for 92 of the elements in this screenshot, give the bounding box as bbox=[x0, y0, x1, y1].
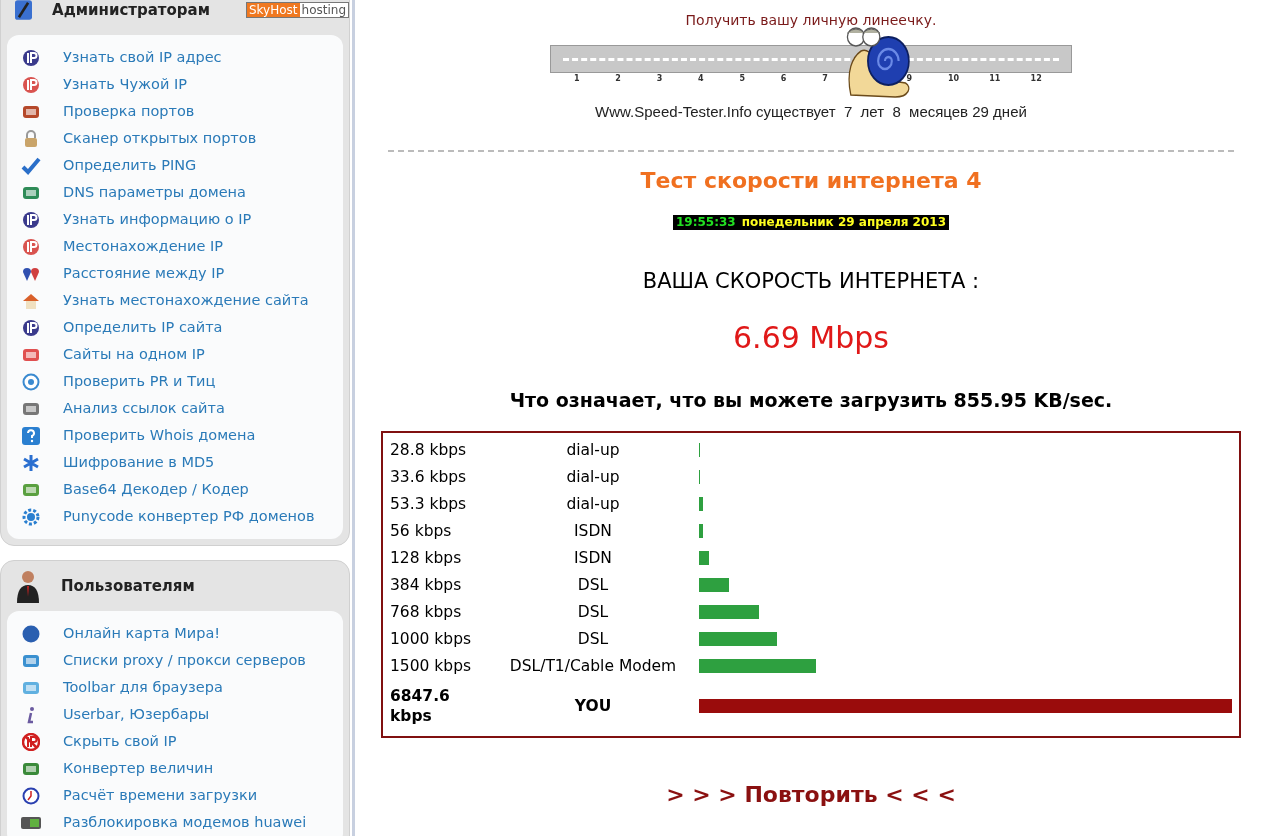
sidebar-link[interactable]: Punycode конвертер РФ доменов bbox=[63, 505, 315, 528]
sidebar-link[interactable]: Разблокировка модемов huawei bbox=[63, 811, 307, 834]
sidebar-link[interactable]: Анализ ссылок сайта bbox=[63, 397, 225, 420]
info-icon bbox=[27, 705, 35, 724]
connection-type-cell-text: DSL/T1/Cable Modem bbox=[508, 656, 678, 676]
ip-icon bbox=[22, 318, 40, 337]
help-icon bbox=[22, 426, 40, 445]
sidebar-link[interactable]: Проверка портов bbox=[63, 100, 195, 123]
sidebar-link[interactable]: Base64 Декодер / Кодер bbox=[63, 478, 249, 501]
speed-bar bbox=[699, 551, 709, 565]
sidebar-link[interactable]: Конвертер величин bbox=[63, 757, 214, 780]
speed-cell-text: 1500 kbps bbox=[389, 656, 473, 676]
sidebar-link[interactable]: Узнать Чужой IP bbox=[63, 73, 188, 96]
ruler-tick-label: 10 bbox=[947, 73, 960, 85]
sidebar-link[interactable]: Сайты на одном IP bbox=[63, 343, 205, 366]
speed-bar bbox=[699, 578, 729, 592]
speed-bar bbox=[699, 605, 759, 619]
sidebar-link[interactable]: Местонахождение IP bbox=[63, 235, 223, 258]
ruler-tick-label: 6 bbox=[780, 73, 788, 85]
ruler-tick-label: 4 bbox=[698, 73, 705, 85]
sidebar-link[interactable]: Проверить PR и Тиц bbox=[63, 370, 216, 393]
connection-type-cell-text: DSL bbox=[576, 602, 610, 622]
ip-icon bbox=[22, 210, 40, 229]
connection-type-cell-text: ISDN bbox=[573, 548, 613, 568]
ip-icon bbox=[22, 75, 40, 94]
lock-icon bbox=[23, 129, 39, 148]
house-icon bbox=[22, 291, 40, 310]
sidebar-link[interactable]: Шифрование в MD5 bbox=[63, 451, 215, 474]
download-summary: Что означает, что вы можете загрузить 855.95 KB/sec. bbox=[509, 388, 1113, 413]
sidebar-link[interactable]: Узнать свой IP адрес bbox=[63, 46, 222, 69]
asterisk-icon bbox=[22, 453, 40, 472]
ruler-tick-label: 12 bbox=[1030, 73, 1043, 85]
connection-type-cell-text: DSL bbox=[576, 575, 610, 595]
speed-value: 6.69 Mbps bbox=[733, 319, 889, 357]
modem-icon bbox=[21, 816, 41, 829]
speed-cell-text: 1000 kbps bbox=[389, 629, 473, 649]
sidebar-link[interactable]: Toolbar для браузера bbox=[63, 676, 223, 699]
speed-cell-text: 28.8 kbps bbox=[389, 440, 468, 460]
page-title: Тест скорости интернета 4 bbox=[640, 166, 982, 195]
target-icon bbox=[22, 372, 40, 391]
speed-label: ВАША СКОРОСТЬ ИНТЕРНЕТА : bbox=[642, 267, 980, 295]
hosting-badge[interactable]: SkyHost hosting bbox=[245, 2, 349, 18]
sidebar-link[interactable]: Узнать местонахождение сайта bbox=[63, 289, 309, 312]
speed-bar bbox=[699, 497, 703, 511]
ruler-tick-label: 7 bbox=[822, 73, 829, 85]
sidebar-link[interactable]: Определить IP сайта bbox=[63, 316, 223, 339]
checkmark-icon bbox=[21, 156, 41, 175]
sidebar-section-title: Администраторам bbox=[52, 0, 210, 21]
sidebar-link[interactable]: Расстояние между IP bbox=[63, 262, 225, 285]
connection-type-cell-text: ISDN bbox=[573, 521, 613, 541]
clock-date: понедельник 29 апреля 2013 bbox=[741, 214, 946, 230]
sidebar-link[interactable]: Проверить Whois домена bbox=[63, 424, 256, 447]
sidebar-link[interactable]: Скрыть свой IP bbox=[63, 730, 177, 753]
ip-icon bbox=[22, 237, 40, 256]
sidebar-link[interactable]: Сканер открытых портов bbox=[63, 127, 257, 150]
speed-cell-text: 33.6 kbps bbox=[389, 467, 468, 487]
repeat-link[interactable]: > > > Повторить < < < bbox=[666, 777, 956, 811]
connection-type-cell-text: dial-up bbox=[565, 467, 621, 487]
ruler-tick-label: 3 bbox=[656, 73, 664, 85]
speed-cell-text: 768 kbps bbox=[389, 602, 463, 622]
speed-bar bbox=[699, 524, 703, 538]
sidebar-link[interactable]: Расчёт времени загрузки bbox=[63, 784, 258, 807]
sidebar-link[interactable]: Списки proxy / прокси серверов bbox=[63, 649, 306, 672]
ip-icon bbox=[22, 732, 40, 751]
speed-cell-text: 6847.6 kbps bbox=[389, 685, 451, 726]
sidebar-link[interactable]: DNS параметры домена bbox=[63, 181, 246, 204]
globe-icon bbox=[22, 624, 40, 643]
gear-icon bbox=[22, 507, 40, 526]
ruler-tick-label: 5 bbox=[739, 73, 746, 85]
connection-type-cell-text: DSL bbox=[576, 629, 610, 649]
sidebar-link[interactable]: Онлайн карта Мира! bbox=[63, 622, 221, 645]
ruler-tick-label: 11 bbox=[989, 73, 1002, 85]
user-icon bbox=[15, 569, 41, 603]
clock-time: 19:55:33 bbox=[676, 214, 736, 230]
speed-cell-text: 56 kbps bbox=[389, 521, 453, 541]
sidebar-link[interactable]: Узнать информацию о IP bbox=[63, 208, 252, 231]
speed-cell-text: 384 kbps bbox=[389, 575, 463, 595]
sidebar-link[interactable]: Определить PING bbox=[63, 154, 197, 177]
connection-type-cell-text: dial-up bbox=[565, 494, 621, 514]
speed-cell-text: 128 kbps bbox=[389, 548, 463, 568]
clock-icon bbox=[22, 786, 40, 805]
site-age-text: Www.Speed-Tester.Info существует 7 лет 8 месяцев 29 дней bbox=[595, 102, 1027, 122]
ruler-link[interactable]: Получить вашу личную линеечку. bbox=[685, 10, 937, 31]
sidebar-section-title: Пользователям bbox=[61, 575, 195, 597]
speed-cell-text: 53.3 kbps bbox=[389, 494, 468, 514]
ruler-tick-label: 9 bbox=[906, 73, 914, 85]
ruler-tick-label: 2 bbox=[615, 73, 622, 85]
ip-icon bbox=[22, 48, 40, 67]
connection-type-cell-text: YOU bbox=[573, 695, 613, 716]
connection-type-cell-text: dial-up bbox=[565, 440, 621, 460]
ruler-tick-label: 1 bbox=[574, 73, 581, 85]
sidebar-link[interactable]: Userbar, Юзербары bbox=[63, 703, 210, 726]
